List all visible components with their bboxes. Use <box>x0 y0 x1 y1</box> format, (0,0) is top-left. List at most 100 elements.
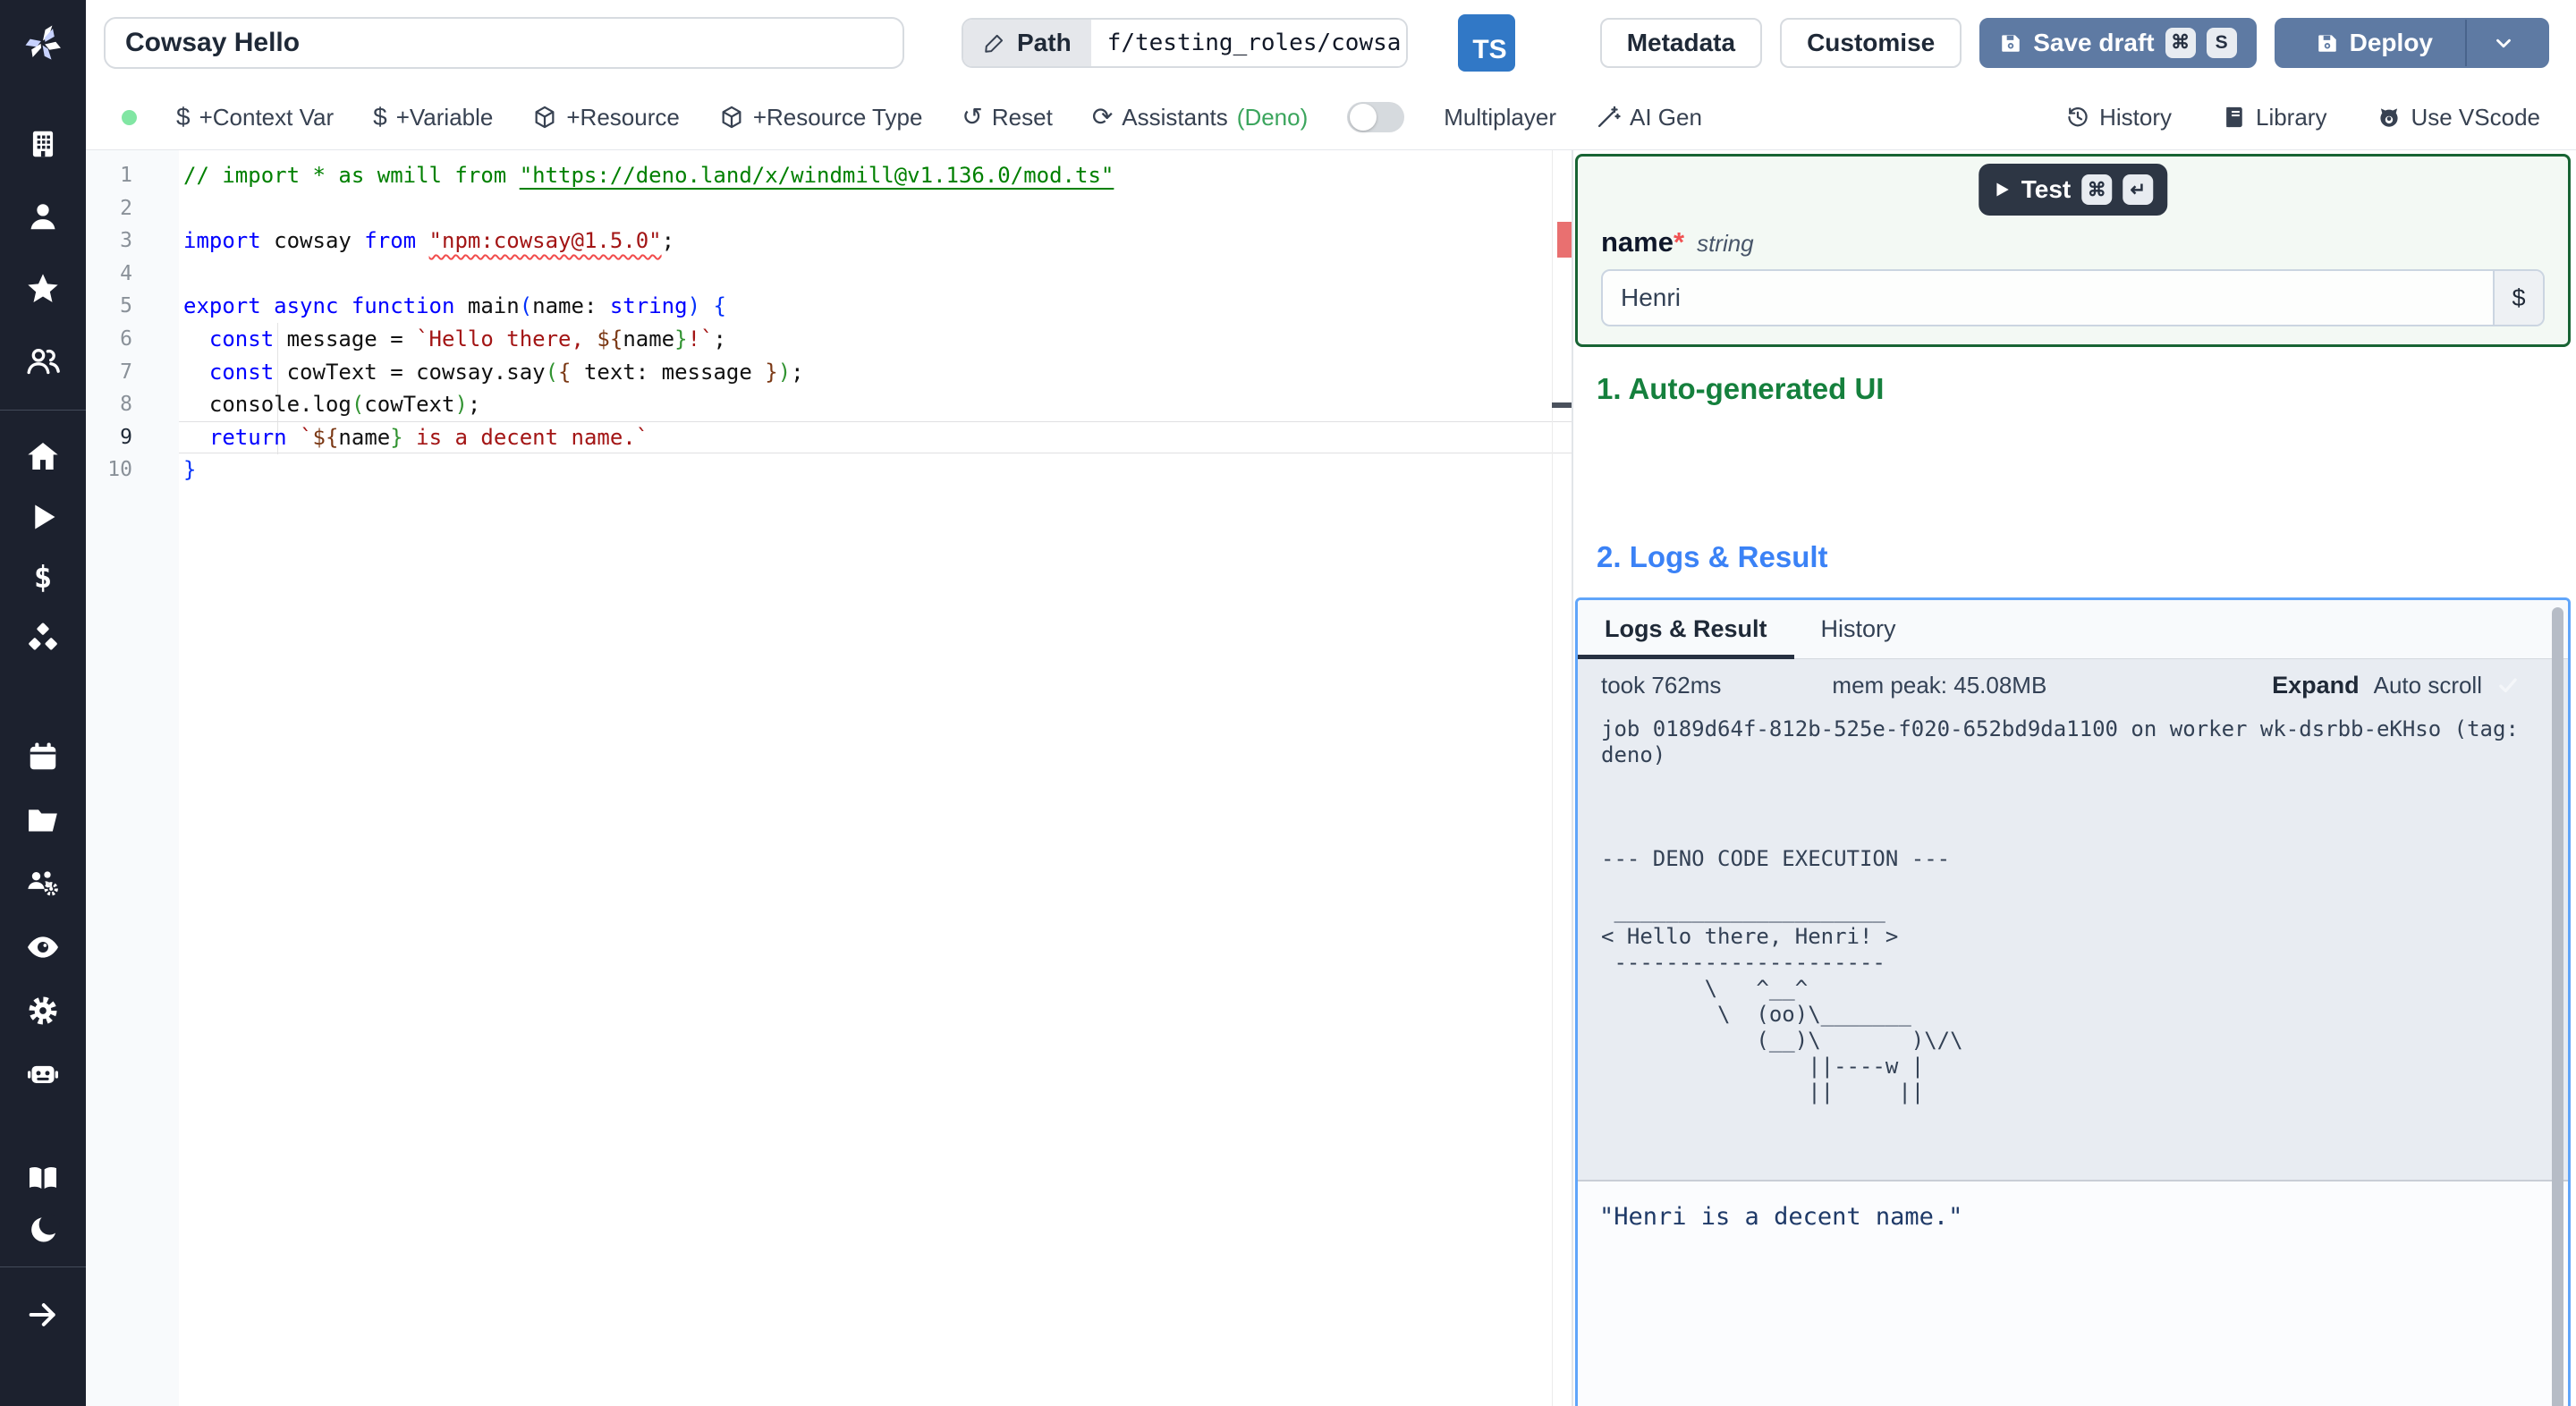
library-button[interactable]: Library <box>2222 104 2326 131</box>
code-line[interactable]: 8 console.log(cowText); <box>86 388 1572 421</box>
save-draft-button[interactable]: Save draft ⌘ S <box>1979 17 2257 68</box>
script-title-input[interactable] <box>104 16 904 69</box>
test-button[interactable]: Test ⌘ ↵ <box>1978 164 2168 216</box>
content: 1// import * as wmill from "https://deno… <box>86 150 2576 1406</box>
eye-icon[interactable] <box>25 929 61 965</box>
code-line[interactable]: 2 <box>86 192 1572 225</box>
star-icon[interactable] <box>25 271 61 307</box>
metadata-button[interactable]: Metadata <box>1599 17 1763 68</box>
history-button[interactable]: History <box>2065 104 2172 131</box>
add-resource-type-button[interactable]: +Resource Type <box>719 104 922 131</box>
cmd-keycap: ⌘ <box>2165 27 2196 58</box>
run-duration: took 762ms <box>1601 671 1722 699</box>
robot-icon[interactable] <box>25 1056 61 1092</box>
user-icon[interactable] <box>25 199 61 234</box>
vscode-icon <box>2380 108 2399 127</box>
status-dot <box>122 109 137 125</box>
cursor-marker <box>1552 402 1572 408</box>
path-button[interactable]: Path f/testing_roles/cowsa <box>962 17 1408 68</box>
run-status-row: took 762ms mem peak: 45.08MB Expand Auto… <box>1578 659 2568 711</box>
save-icon <box>2002 34 2020 52</box>
logs-panel: Logs & Result History took 762ms mem pea… <box>1575 597 2571 1406</box>
insert-variable-button[interactable]: $ <box>2493 271 2543 325</box>
s-keycap: S <box>2206 27 2237 58</box>
chevron-down-icon <box>2496 38 2511 47</box>
moon-icon[interactable] <box>25 1211 61 1247</box>
code-line[interactable]: 4 <box>86 258 1572 291</box>
check-icon[interactable] <box>2496 673 2520 697</box>
overview-ruler <box>1552 150 1553 1406</box>
play-icon <box>1996 182 2009 197</box>
arg-type: string <box>1697 230 1754 257</box>
calendar-icon[interactable] <box>25 739 61 775</box>
assistants-button[interactable]: ⟳ Assistants (Deno) <box>1092 104 1308 131</box>
ai-gen-button[interactable]: AI Gen <box>1596 104 1702 131</box>
sidebar-divider <box>0 1266 86 1267</box>
wand-icon <box>1597 106 1621 128</box>
book-icon[interactable] <box>25 1160 61 1196</box>
tab-logs-result[interactable]: Logs & Result <box>1578 600 1794 659</box>
multiplayer-toggle[interactable] <box>1347 102 1405 132</box>
path-label: Path <box>1017 28 1072 56</box>
cubes-icon[interactable] <box>25 621 61 656</box>
code-line[interactable]: 3 import cowsay from "npm:cowsay@1.5.0"; <box>86 224 1572 258</box>
main-area: Path f/testing_roles/cowsa TS Metadata C… <box>86 0 2576 1406</box>
autoscroll-label[interactable]: Auto scroll <box>2374 672 2482 699</box>
add-context-var-button[interactable]: $ +Context Var <box>176 104 334 131</box>
windmill-logo[interactable] <box>0 0 86 85</box>
expand-button[interactable]: Expand <box>2272 672 2360 699</box>
typescript-badge: TS <box>1457 13 1515 72</box>
editor-toolbar: $ +Context Var $ +Variable +Resource +Reso… <box>86 85 2576 150</box>
customise-button[interactable]: Customise <box>1780 17 1962 68</box>
users-icon[interactable] <box>25 343 61 379</box>
code-editor[interactable]: 1// import * as wmill from "https://deno… <box>86 150 1572 1406</box>
deploy-button[interactable]: Deploy <box>2274 17 2549 68</box>
error-marker <box>1557 222 1572 258</box>
pencil-icon <box>985 34 1004 53</box>
building-icon[interactable] <box>25 126 61 162</box>
dollar-icon[interactable]: $ <box>25 560 61 596</box>
path-value[interactable]: f/testing_roles/cowsa <box>1090 19 1406 66</box>
cube-icon <box>535 106 555 129</box>
section-auto-generated-ui: 1. Auto-generated UI <box>1597 372 1885 405</box>
logs-tabs: Logs & Result History <box>1578 600 2568 659</box>
code-line[interactable]: 10} <box>86 453 1572 487</box>
dollar-icon: $ <box>373 103 387 131</box>
deploy-separator <box>2465 19 2467 66</box>
left-sidebar: $ <box>0 0 86 1406</box>
mem-peak: mem peak: 45.08MB <box>1832 671 2047 699</box>
reset-icon: ↺ <box>962 103 983 131</box>
code-line[interactable]: 7 const cowText = cowsay.say({ text: mes… <box>86 356 1572 389</box>
gear-icon[interactable] <box>25 993 61 1029</box>
home-icon[interactable] <box>25 438 61 474</box>
arrow-right-icon[interactable] <box>25 1297 61 1333</box>
arg-label-row: name* string <box>1601 226 2568 258</box>
folder-icon[interactable] <box>25 802 61 838</box>
windmill-app: $ Cowsay Hello Path f/testing_roles/cows… <box>0 0 2576 1406</box>
add-variable-button[interactable]: $ +Variable <box>373 104 493 131</box>
add-resource-button[interactable]: +Resource <box>532 104 680 131</box>
code-line[interactable]: 9 return `${name} is a decent name.` <box>86 420 1572 454</box>
cube-icon <box>722 106 741 129</box>
arg-value-input[interactable] <box>1603 271 2493 325</box>
result-output[interactable]: "Henri is a decent name." <box>1578 1180 2568 1406</box>
job-log-output[interactable]: job 0189d64f-812b-525e-f020-652bd9da1100… <box>1578 711 2568 1180</box>
arg-name: name <box>1601 226 1674 258</box>
required-asterisk: * <box>1673 226 1685 258</box>
dollar-icon: $ <box>176 103 191 131</box>
deploy-dropdown[interactable] <box>2478 20 2529 66</box>
user-group-gear-icon[interactable] <box>25 866 61 902</box>
code-line[interactable]: 1// import * as wmill from "https://deno… <box>86 159 1572 192</box>
book-icon <box>2226 106 2242 128</box>
assistants-lang: (Deno) <box>1236 103 1309 131</box>
sidebar-divider <box>0 410 86 411</box>
code-line[interactable]: 5 export async function main(name: string… <box>86 290 1572 323</box>
tab-history[interactable]: History <box>1794 600 1923 658</box>
code-line[interactable]: 6 const message = `Hello there, ${name}!… <box>86 323 1572 356</box>
arg-input-row: $ <box>1601 269 2545 326</box>
use-vscode-button[interactable]: Use VScode <box>2377 104 2540 131</box>
clock-history-icon <box>2068 107 2088 127</box>
reset-button[interactable]: ↺ Reset <box>962 104 1052 131</box>
play-icon[interactable] <box>25 499 61 535</box>
logs-scrollbar[interactable] <box>2552 607 2563 1406</box>
